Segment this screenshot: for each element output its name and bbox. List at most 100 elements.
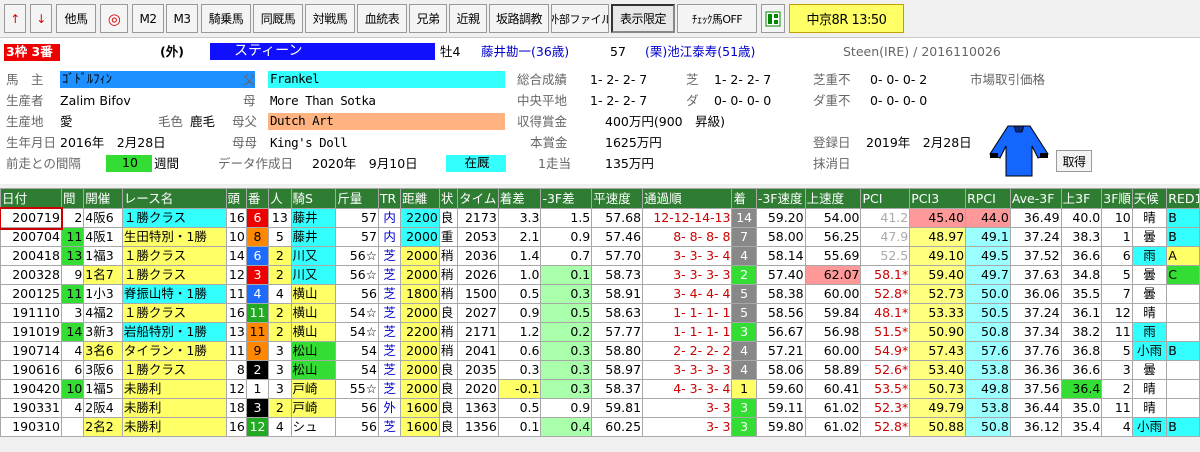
table-cell: 58.97 [591,360,644,380]
table-row[interactable]: 191110 3 4福2 １勝クラス 16 11 2 横山 54☆ 芝 2000 良 2027 0.9 0.… [0,303,1200,323]
column-header[interactable]: PCI [860,188,911,209]
column-header[interactable]: -3F速度 [755,188,806,209]
table-row[interactable]: 190714 4 3名6 タイラン・1勝 11 9 3 松山 54 芝 2000 稍 2041 0.6 0.… [0,341,1200,361]
column-header[interactable]: 着 [731,188,757,209]
table-cell: 松山 [290,360,337,380]
table-row[interactable]: 200418 13 1福3 １勝クラス 14 6 2 川又 56☆ 芝 2000 稍 2036 1.4 0.… [0,246,1200,266]
up-arrow-icon[interactable]: ↑ [4,4,26,33]
display-limit-button[interactable]: 表示限定 [611,4,675,33]
table-cell: 191110 [0,303,62,323]
owner-name: ｺﾞﾄﾞﾙﾌｨﾝ [60,71,255,88]
table-cell: 36.49 [1009,208,1062,228]
grandam-name[interactable]: King's Doll [270,135,348,151]
target-icon[interactable]: ◎ [100,4,128,33]
m2-button[interactable]: M2 [132,4,164,33]
column-header[interactable]: 斤量 [335,188,379,209]
prize-value: 400万円(900 昇級) [605,114,725,129]
table-cell: 52.6* [860,360,911,380]
column-header[interactable]: 開催 [83,188,123,209]
sire-name[interactable]: Frankel [268,71,505,88]
table-cell: 2000 [400,265,440,285]
table-row[interactable]: 200328 9 1名7 １勝クラス 12 3 2 川又 56☆ 芝 2000 稍 2026 1.0 0.1… [0,265,1200,285]
column-header[interactable]: 天候 [1131,188,1168,209]
column-header[interactable]: 頭 [225,188,247,209]
table-cell: 7 [1101,284,1133,304]
table-cell: 37.63 [1009,265,1062,285]
table-row[interactable]: 190616 6 3阪6 １勝クラス 8 2 3 松山 54 芝 2000 良 2035 0.3 0.3 58… [0,360,1200,380]
column-header[interactable]: Ave-3F [1009,188,1062,209]
column-header[interactable]: 間 [60,188,85,209]
column-header[interactable]: 番 [245,188,270,209]
table-cell: 2阪4 [83,398,123,418]
table-cell: 61.02 [804,398,862,418]
other-horse-button[interactable]: 他馬 [56,4,96,33]
dirt-heavy-label: ダ重不 [813,93,851,108]
down-arrow-icon[interactable]: ↓ [30,4,52,33]
external-file-button[interactable]: 外部ファイル [551,4,609,33]
column-header[interactable]: レース名 [121,188,227,209]
column-header[interactable]: 騎S [290,188,337,209]
opponent-horses-button[interactable]: 対戦馬 [305,4,355,33]
table-cell: 曇 [1131,284,1168,304]
table-row[interactable]: 200125 11 1小3 脊振山特・1勝 11 4 4 横山 56 芝 1800 稍 1500 0.5 0… [0,284,1200,304]
column-header[interactable]: -3F差 [540,188,593,209]
table-cell: 58.1* [860,265,911,285]
table-row[interactable]: 190310 2名2 未勝利 16 12 4 シュ 56 芝 1600 良 1356 0.1 0.4 60.… [0,417,1200,437]
table-cell: １勝クラス [121,246,227,266]
table-cell: 3新3 [83,322,123,342]
dirt-label: ダ [686,93,699,108]
column-header[interactable]: 上速度 [804,188,862,209]
table-cell: 稍 [438,265,459,285]
column-header[interactable]: 上3F [1060,188,1103,209]
dam-name[interactable]: More Than Sotka [270,93,376,109]
jockey-horses-button[interactable]: 騎乗馬 [201,4,251,33]
stable-horses-button[interactable]: 同厩馬 [253,4,303,33]
grid-icon[interactable] [761,4,785,33]
relatives-button[interactable]: 近親 [449,4,487,33]
damsire-name[interactable]: Dutch Art [268,113,505,130]
pedigree-button[interactable]: 血統表 [357,4,407,33]
table-cell: 小雨 [1131,417,1168,437]
table-row[interactable]: 200704 11 4阪1 生田特別・1勝 10 8 5 藤井 57 内 2000 重 2053 2.1 0… [0,227,1200,247]
column-header[interactable]: タイム [457,188,499,209]
column-header[interactable]: 平速度 [591,188,644,209]
table-cell: 晴 [1131,303,1168,323]
column-header[interactable]: 状 [438,188,459,209]
table-cell: 53.8 [965,360,1011,380]
column-header[interactable]: 通過順 [642,188,733,209]
table-cell: 芝 [377,417,402,437]
column-header[interactable]: RED1 [1166,188,1200,209]
table-cell: -0.1 [497,379,542,399]
table-row[interactable]: 191019 14 3新3 岩船特別・1勝 13 11 2 横山 54☆ 芝 2200 稍 2171 1.… [0,322,1200,342]
check-horse-off-button[interactable]: ﾁｪｯｸ馬OFF [677,4,757,33]
column-header[interactable]: 日付 [0,188,62,209]
table-cell: 53.5* [860,379,911,399]
table-cell: 1363 [457,398,499,418]
siblings-button[interactable]: 兄弟 [409,4,447,33]
table-cell: 1356 [457,417,499,437]
column-header[interactable]: 距離 [400,188,440,209]
table-cell: 芝 [377,322,402,342]
slope-training-button[interactable]: 坂路調教 [489,4,549,33]
overall-record: 1- 2- 2- 7 [590,72,648,87]
table-cell: 190616 [0,360,62,380]
table-cell: 57.6 [965,341,1011,361]
table-cell: 稍 [438,322,459,342]
column-header[interactable]: 着差 [497,188,542,209]
table-cell: 2 [268,265,292,285]
m3-button[interactable]: M3 [166,4,198,33]
table-cell: 0.1 [540,265,593,285]
column-header[interactable]: 3F順 [1101,188,1133,209]
column-header[interactable]: TR [377,188,402,209]
column-header[interactable]: PCI3 [909,188,967,209]
table-row[interactable]: 200719 2 4阪6 １勝クラス 16 6 13 藤井 57 内 2200 良 2173 3.3 1.5… [0,206,1200,230]
table-row[interactable]: 190331 4 2阪4 未勝利 18 3 2 戸崎 56 外 1600 良 1363 0.5 0.9 59.… [0,398,1200,418]
get-button[interactable]: 取得 [1056,150,1092,172]
birthplace-label: 生産地 [6,114,44,129]
table-cell: 6 [60,360,85,380]
trainer-name[interactable]: (栗)池江泰寿(51歳) [645,44,755,60]
column-header[interactable]: 人 [268,188,292,209]
column-header[interactable]: RPCI [965,188,1011,209]
jockey-name[interactable]: 藤井勘一(36歳) [481,44,569,60]
table-row[interactable]: 190420 10 1福5 未勝利 12 1 3 戸崎 55☆ 芝 2000 良 2020 -0.1 0.3… [0,379,1200,399]
